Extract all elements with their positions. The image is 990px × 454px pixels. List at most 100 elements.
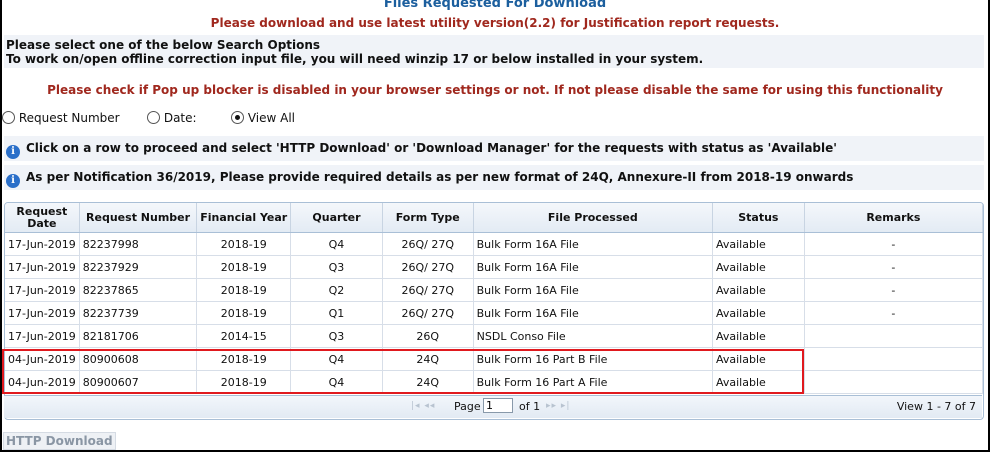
pager-page-label: Page [454,400,481,413]
pager-view-range: View 1 - 7 of 7 [896,400,976,413]
cell-request-number: 82237929 [79,255,198,279]
cell-request-number: 82181706 [79,324,198,348]
cell-file-processed: Bulk Form 16 Part B File [473,347,713,371]
col-header-status[interactable]: Status [712,203,805,233]
radio-label: View All [247,111,295,125]
pager-first-prev-icon[interactable]: |◂ ◂◂ [411,401,435,411]
cell-financial-year: 2018-19 [196,232,292,256]
table-row[interactable]: 17-Jun-2019 82237998 2018-19 Q4 26Q/ 27Q… [5,232,983,256]
cell-status: Available [712,301,805,325]
cell-quarter: Q1 [290,301,383,325]
cell-request-date: 17-Jun-2019 [5,278,80,302]
cell-request-date: 17-Jun-2019 [5,255,80,279]
cell-form-type: 26Q/ 27Q [382,278,474,302]
cell-quarter: Q2 [290,278,383,302]
cell-remarks: - [804,255,983,279]
table-header-row: Request Date Request Number Financial Ye… [5,203,983,233]
search-options-line1: Please select one of the below Search Op… [6,38,321,52]
radio-request-number[interactable]: Request Number [2,111,120,125]
cell-remarks [804,370,983,394]
cell-form-type: 24Q [382,370,474,394]
cell-form-type: 26Q/ 27Q [382,232,474,256]
cell-form-type: 26Q/ 27Q [382,301,474,325]
cell-status: Available [712,255,805,279]
cell-quarter: Q3 [290,324,383,348]
table-row[interactable]: 17-Jun-2019 82181706 2014-15 Q3 26Q NSDL… [5,324,983,348]
cell-file-processed: Bulk Form 16A File [473,255,713,279]
info-message-http: i Click on a row to proceed and select 'H… [6,141,837,159]
radio-label: Date: [163,111,197,125]
cell-status: Available [712,278,805,302]
radio-label: Request Number [18,111,120,125]
cell-status: Available [712,232,805,256]
pager-page-input[interactable] [483,398,513,413]
cell-request-date: 17-Jun-2019 [5,301,80,325]
pager-of-label: of 1 [519,400,541,413]
cell-quarter: Q4 [290,370,383,394]
cell-request-number: 82237739 [79,301,198,325]
cell-remarks [804,347,983,371]
cell-file-processed: Bulk Form 16A File [473,278,713,302]
table-row[interactable]: 04-Jun-2019 80900608 2018-19 Q4 24Q Bulk… [5,347,983,371]
cell-request-number: 80900607 [79,370,198,394]
cell-form-type: 26Q/ 27Q [382,255,474,279]
table-row[interactable]: 17-Jun-2019 82237865 2018-19 Q2 26Q/ 27Q… [5,278,983,302]
radio-date[interactable]: Date: [147,111,197,125]
cell-file-processed: Bulk Form 16A File [473,301,713,325]
info-text: As per Notification 36/2019, Please prov… [26,170,854,184]
cell-quarter: Q3 [290,255,383,279]
cell-request-date: 17-Jun-2019 [5,324,80,348]
cell-request-number: 82237865 [79,278,198,302]
radio-circle-selected-icon[interactable] [231,111,244,124]
col-header-financial-year[interactable]: Financial Year [196,203,292,233]
cell-request-number: 80900608 [79,347,198,371]
cell-financial-year: 2018-19 [196,370,292,394]
col-header-remarks[interactable]: Remarks [804,203,983,233]
utility-notice: Please download and use latest utility v… [210,16,780,30]
cell-status: Available [712,370,805,394]
http-download-button[interactable]: HTTP Download [3,432,116,450]
cell-remarks: - [804,278,983,302]
page-title: Files Requested For Download [383,0,607,11]
cell-file-processed: Bulk Form 16 Part A File [473,370,713,394]
table-row[interactable]: 17-Jun-2019 82237739 2018-19 Q1 26Q/ 27Q… [5,301,983,325]
cell-remarks: - [804,232,983,256]
col-header-quarter[interactable]: Quarter [290,203,383,233]
col-header-file-processed[interactable]: File Processed [473,203,713,233]
cell-form-type: 26Q [382,324,474,348]
cell-request-date: 04-Jun-2019 [5,370,80,394]
radio-circle-icon[interactable] [147,111,160,124]
cell-remarks [804,324,983,348]
cell-financial-year: 2014-15 [196,324,292,348]
radio-circle-icon[interactable] [2,111,15,124]
popup-blocker-notice: Please check if Pop up blocker is disabl… [47,83,943,97]
cell-remarks: - [804,301,983,325]
cell-request-date: 17-Jun-2019 [5,232,80,256]
table-row[interactable]: 04-Jun-2019 80900607 2018-19 Q4 24Q Bulk… [5,370,983,394]
cell-status: Available [712,347,805,371]
cell-file-processed: NSDL Conso File [473,324,713,348]
cell-financial-year: 2018-19 [196,347,292,371]
cell-request-date: 04-Jun-2019 [5,347,80,371]
info-icon: i [6,145,20,159]
grid-pager: |◂ ◂◂ Page of 1 ▸▸ ▸| View 1 - 7 of 7 [4,395,982,418]
info-icon: i [6,174,20,188]
pager-next-last-icon[interactable]: ▸▸ ▸| [546,401,570,411]
winzip-note: To work on/open offline correction input… [6,52,704,66]
col-header-request-date[interactable]: Request Date [5,203,80,233]
cell-status: Available [712,324,805,348]
table-row[interactable]: 17-Jun-2019 82237929 2018-19 Q3 26Q/ 27Q… [5,255,983,279]
cell-form-type: 24Q [382,347,474,371]
cell-quarter: Q4 [290,347,383,371]
cell-file-processed: Bulk Form 16A File [473,232,713,256]
requests-table: Request Date Request Number Financial Ye… [5,203,983,394]
cell-financial-year: 2018-19 [196,301,292,325]
col-header-request-number[interactable]: Request Number [79,203,198,233]
radio-view-all[interactable]: View All [231,111,295,125]
col-header-form-type[interactable]: Form Type [382,203,474,233]
search-options-text: Please select one of the below Search Op… [6,38,703,66]
requests-grid: Request Date Request Number Financial Ye… [4,202,984,420]
cell-request-number: 82237998 [79,232,198,256]
cell-quarter: Q4 [290,232,383,256]
cell-financial-year: 2018-19 [196,278,292,302]
